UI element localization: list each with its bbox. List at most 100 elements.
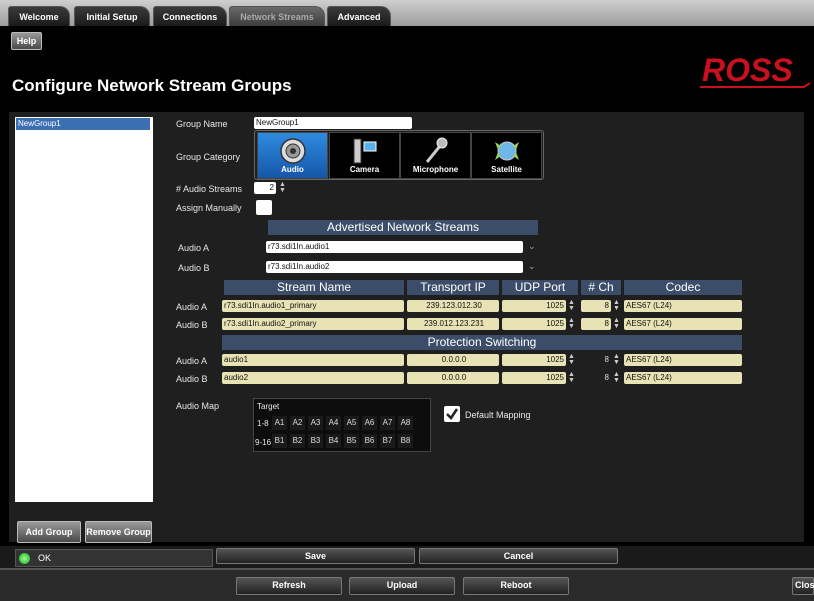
- channels-stepper[interactable]: ▲ ▼: [612, 317, 621, 330]
- audio-map-cell[interactable]: A6: [362, 416, 377, 430]
- default-mapping-checkbox[interactable]: [444, 406, 460, 422]
- advertised-select-a[interactable]: r73.sdi1In.audio1: [266, 241, 523, 253]
- audio-map-cell[interactable]: A5: [344, 416, 359, 430]
- logo-text: ROSS: [702, 52, 793, 88]
- udp-port-input[interactable]: 1025: [502, 300, 566, 312]
- protection-ip-input[interactable]: 0.0.0.0: [407, 354, 499, 366]
- assign-manually-checkbox[interactable]: [256, 200, 272, 215]
- status-indicator: OK: [15, 549, 213, 567]
- group-name-input[interactable]: NewGroup1: [254, 117, 412, 129]
- remove-group-button[interactable]: Remove Group: [85, 521, 152, 543]
- num-streams-label: # Audio Streams: [176, 184, 243, 194]
- transport-ip-input[interactable]: 239.123.012.30: [407, 300, 499, 312]
- audio-map-cell[interactable]: B7: [380, 434, 395, 448]
- audio-map-cell[interactable]: B5: [344, 434, 359, 448]
- codec-header: Codec: [624, 280, 742, 295]
- protection-codec-select[interactable]: AES67 (L24): [624, 372, 742, 384]
- tab-advanced[interactable]: Advanced: [327, 6, 391, 26]
- audio-map-cell[interactable]: B6: [362, 434, 377, 448]
- audio-map-cell[interactable]: B4: [326, 434, 341, 448]
- audio-map-cell[interactable]: B1: [272, 434, 287, 448]
- codec-select[interactable]: AES67 (L24): [624, 300, 742, 312]
- tab-connections[interactable]: Connections: [153, 6, 227, 26]
- assign-manually-label: Assign Manually: [176, 203, 242, 213]
- category-satellite[interactable]: Satellite: [471, 132, 542, 179]
- advertised-label-b: Audio B: [178, 263, 210, 273]
- udp-port-input[interactable]: 1025: [502, 318, 566, 330]
- reboot-button[interactable]: Reboot: [463, 577, 569, 595]
- protection-channels-stepper[interactable]: ▲ ▼: [612, 353, 621, 366]
- udp-port-header: UDP Port: [502, 280, 578, 295]
- protection-channels-stepper[interactable]: ▲ ▼: [612, 371, 621, 384]
- page-title: Configure Network Stream Groups: [12, 76, 292, 95]
- protection-label-a: Audio A: [176, 356, 208, 366]
- audio-map-cell[interactable]: A2: [290, 416, 305, 430]
- protection-name-input[interactable]: audio2: [222, 372, 404, 384]
- stream-name-input[interactable]: r73.sdi1In.audio1_primary: [222, 300, 404, 312]
- protection-ip-input[interactable]: 0.0.0.0: [407, 372, 499, 384]
- audio-map-cell[interactable]: B3: [308, 434, 323, 448]
- advertised-header: Advertised Network Streams: [268, 220, 538, 235]
- help-button[interactable]: Help: [11, 32, 42, 50]
- protection-label-b: Audio B: [176, 374, 208, 384]
- camera-icon: [353, 138, 376, 164]
- advertised-select-b[interactable]: r73.sdi1In.audio2: [266, 261, 523, 273]
- protection-channels-input[interactable]: 8: [581, 354, 611, 366]
- category-satellite-label: Satellite: [491, 165, 522, 174]
- protection-port-input[interactable]: 1025: [502, 372, 566, 384]
- udp-port-stepper[interactable]: ▲ ▼: [567, 299, 576, 312]
- channels-stepper[interactable]: ▲ ▼: [612, 299, 621, 312]
- audio-map-cell[interactable]: A7: [380, 416, 395, 430]
- save-button[interactable]: Save: [216, 548, 415, 564]
- udp-port-stepper[interactable]: ▲ ▼: [567, 317, 576, 330]
- chevron-down-icon[interactable]: ⌄: [528, 261, 536, 272]
- protection-port-stepper[interactable]: ▲ ▼: [567, 371, 576, 384]
- speaker-icon: [279, 138, 306, 164]
- cancel-button[interactable]: Cancel: [419, 548, 618, 564]
- channels-input[interactable]: 8: [581, 300, 611, 312]
- protection-channels-input[interactable]: 8: [581, 372, 611, 384]
- audio-map-row2-label: 9-16: [255, 438, 272, 447]
- transport-ip-input[interactable]: 239.012.123.231: [407, 318, 499, 330]
- category-camera[interactable]: Camera: [329, 132, 400, 179]
- satellite-icon: [494, 141, 519, 161]
- group-list[interactable]: NewGroup1: [15, 117, 153, 502]
- checkmark-icon: [446, 408, 459, 420]
- group-list-item[interactable]: NewGroup1: [16, 118, 150, 130]
- stream-name-header: Stream Name: [224, 280, 404, 295]
- default-mapping-label: Default Mapping: [465, 410, 531, 420]
- stream-name-input[interactable]: r73.sdi1In.audio2_primary: [222, 318, 404, 330]
- audio-map-label: Audio Map: [176, 401, 220, 411]
- status-led-icon: [19, 553, 30, 564]
- stream-label-a: Audio A: [176, 302, 208, 312]
- protection-port-input[interactable]: 1025: [502, 354, 566, 366]
- audio-map-cell[interactable]: A1: [272, 416, 287, 430]
- audio-map-cell[interactable]: A3: [308, 416, 323, 430]
- codec-select[interactable]: AES67 (L24): [624, 318, 742, 330]
- protection-name-input[interactable]: audio1: [222, 354, 404, 366]
- close-button[interactable]: Clos: [792, 577, 814, 595]
- channels-input[interactable]: 8: [581, 318, 611, 330]
- num-streams-input[interactable]: 2: [254, 182, 276, 194]
- add-group-button[interactable]: Add Group: [17, 521, 81, 543]
- refresh-button[interactable]: Refresh: [236, 577, 342, 595]
- chevron-down-icon[interactable]: ⌄: [528, 241, 536, 252]
- audio-map-row1-label: 1-8: [257, 419, 269, 428]
- upload-button[interactable]: Upload: [349, 577, 455, 595]
- audio-map-grid: Target 1-8 A1 A2 A3 A4 A5 A6 A7 A8 9-16 …: [253, 398, 431, 452]
- audio-map-cell[interactable]: B8: [398, 434, 413, 448]
- protection-codec-select[interactable]: AES67 (L24): [624, 354, 742, 366]
- protection-port-stepper[interactable]: ▲ ▼: [567, 353, 576, 366]
- audio-map-cell[interactable]: A8: [398, 416, 413, 430]
- num-streams-stepper[interactable]: ▲ ▼: [278, 181, 287, 194]
- category-microphone[interactable]: Microphone: [400, 132, 471, 179]
- tab-network-streams[interactable]: Network Streams: [229, 6, 325, 26]
- tab-welcome[interactable]: Welcome: [8, 6, 70, 26]
- advertised-label-a: Audio A: [178, 243, 210, 253]
- tab-bar: Welcome Initial Setup Connections Networ…: [0, 0, 814, 26]
- audio-map-cell[interactable]: A4: [326, 416, 341, 430]
- audio-map-target-label: Target: [257, 402, 280, 411]
- audio-map-cell[interactable]: B2: [290, 434, 305, 448]
- category-audio[interactable]: Audio: [257, 132, 328, 179]
- tab-initial-setup[interactable]: Initial Setup: [74, 6, 150, 26]
